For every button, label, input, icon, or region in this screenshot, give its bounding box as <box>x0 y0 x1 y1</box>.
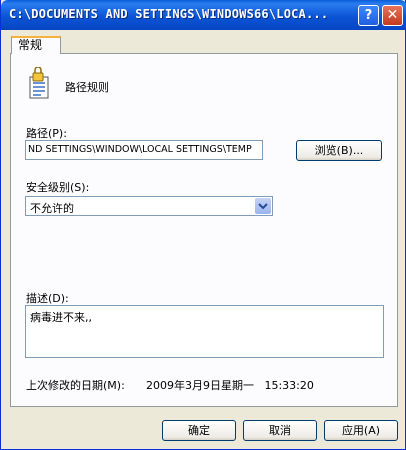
tab-general[interactable]: 常规 <box>11 36 61 54</box>
path-rule-icon <box>26 66 52 99</box>
title-bar[interactable]: C:\DOCUMENTS AND SETTINGS\WINDOWS66\LOCA… <box>1 0 406 30</box>
rule-heading: 路径规则 <box>65 81 109 94</box>
path-input[interactable]: ND SETTINGS\WINDOW\LOCAL SETTINGS\TEMP <box>25 140 263 160</box>
description-textarea[interactable]: 病毒进不来,, <box>25 305 384 358</box>
security-level-value: 不允许的 <box>30 202 74 215</box>
browse-button[interactable]: 浏览(B)... <box>296 140 382 161</box>
window-title: C:\DOCUMENTS AND SETTINGS\WINDOWS66\LOCA… <box>9 7 329 21</box>
apply-button[interactable]: 应用(A) <box>324 420 398 441</box>
modified-date-value: 2009年3月9日星期一 15:33:20 <box>146 379 314 392</box>
path-label: 路径(P): <box>26 127 67 140</box>
chevron-down-icon[interactable] <box>255 198 271 214</box>
help-button[interactable]: ? <box>358 5 379 26</box>
security-level-label: 安全级别(S): <box>26 181 90 194</box>
dialog-window: C:\DOCUMENTS AND SETTINGS\WINDOWS66\LOCA… <box>0 0 406 450</box>
security-level-select[interactable]: 不允许的 <box>25 196 273 216</box>
description-label: 描述(D): <box>26 292 69 305</box>
close-button[interactable]: ✕ <box>382 5 403 26</box>
ok-button[interactable]: 确定 <box>162 420 236 441</box>
modified-date-label: 上次修改的日期(M): <box>26 379 125 392</box>
cancel-button[interactable]: 取消 <box>243 420 317 441</box>
